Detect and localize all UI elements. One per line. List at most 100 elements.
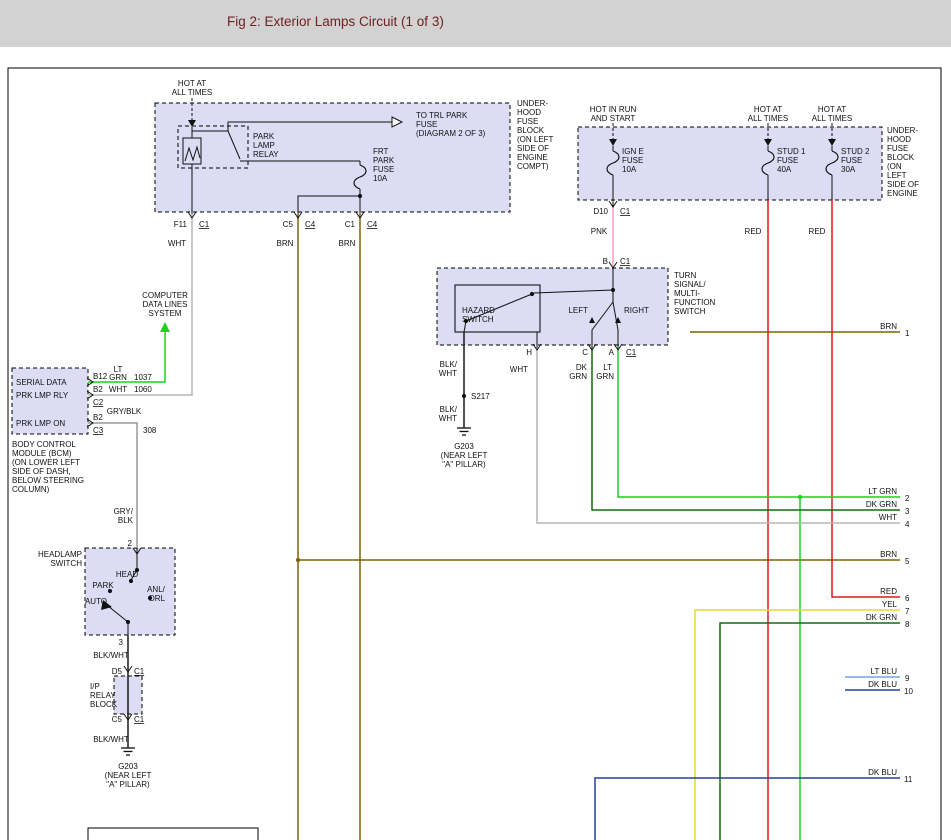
- diagram-label: BLK: [118, 516, 134, 525]
- diagram-label: HEAD: [116, 570, 138, 579]
- diagram-label: UNDER-: [517, 99, 548, 108]
- diagram-label: BELOW STEERING: [12, 476, 84, 485]
- diagram-label: A: [609, 348, 615, 357]
- diagram-label: S217: [471, 392, 490, 401]
- diagram-label: 30A: [841, 165, 856, 174]
- diagram-label: HOOD: [887, 135, 911, 144]
- diagram-label: TURN: [674, 271, 696, 280]
- diagram-label: BLOCK: [887, 153, 915, 162]
- diagram-label: C: [582, 348, 588, 357]
- diagram-label: WHT: [439, 369, 457, 378]
- diagram-label: FUSE: [887, 144, 908, 153]
- diagram-label: C1: [620, 207, 631, 216]
- diagram-label: DATA LINES: [142, 300, 187, 309]
- diagram-label: DK: [576, 363, 588, 372]
- diagram-label: SIDE OF: [887, 180, 919, 189]
- diagram-label: "A" PILLAR): [106, 780, 150, 789]
- diagram-label: RELAY: [90, 691, 116, 700]
- diagram-label: "A" PILLAR): [442, 460, 486, 469]
- junction-dot: [126, 620, 130, 624]
- diagram-label: SIDE OF: [517, 144, 549, 153]
- diagram-label: STUD 2: [841, 147, 870, 156]
- diagram-label: MODULE (BCM): [12, 449, 72, 458]
- diagram-label: C1: [626, 348, 637, 357]
- diagram-label: TO TRL PARK: [416, 111, 468, 120]
- diagram-label: LAMP: [253, 141, 275, 150]
- diagram-label: PRK LMP RLY: [16, 391, 69, 400]
- diagram-label: DK GRN: [866, 613, 897, 622]
- diagram-label: C3: [93, 426, 104, 435]
- diagram-label: 308: [143, 426, 157, 435]
- diagram-label: PARK: [253, 132, 275, 141]
- diagram-label: AUTO: [85, 597, 107, 606]
- diagram-label: 1060: [134, 385, 152, 394]
- diagram-label: RED: [745, 227, 762, 236]
- diagram-label: G203: [454, 442, 474, 451]
- diagram-label: BLOCK: [517, 126, 545, 135]
- diagram-label: C5: [112, 715, 123, 724]
- diagram-label: C4: [367, 220, 378, 229]
- junction-dot: [358, 194, 362, 198]
- diagram-label: MULTI-: [674, 289, 700, 298]
- diagram-label: (ON LOWER LEFT: [12, 458, 80, 467]
- diagram-label: LEFT: [887, 171, 907, 180]
- diagram-label: HOT AT: [754, 105, 782, 114]
- diagram-label: 7: [905, 607, 910, 616]
- diagram-label: BRN: [339, 239, 356, 248]
- diagram-label: B2: [93, 385, 103, 394]
- diagram-label: DK GRN: [866, 500, 897, 509]
- diagram-label: SWITCH: [50, 559, 82, 568]
- diagram-label: 6: [905, 594, 910, 603]
- diagram-label: DRL: [149, 594, 166, 603]
- diagram-label: IGN E: [622, 147, 644, 156]
- diagram-label: HOT AT: [178, 79, 206, 88]
- diagram-label: ALL TIMES: [172, 88, 212, 97]
- diagram-label: SERIAL DATA: [16, 378, 67, 387]
- diagram-label: SIGNAL/: [674, 280, 706, 289]
- diagram-label: FUSE: [416, 120, 437, 129]
- diagram-label: 11: [904, 775, 913, 784]
- diagram-label: SWITCH: [674, 307, 706, 316]
- diagram-label: ALL TIMES: [812, 114, 852, 123]
- diagram-label: FUSE: [777, 156, 798, 165]
- diagram-label: (DIAGRAM 2 OF 3): [416, 129, 486, 138]
- diagram-label: RED: [809, 227, 826, 236]
- diagram-label: WHT: [168, 239, 186, 248]
- diagram-label: BLK/: [440, 405, 458, 414]
- diagram-label: D10: [593, 207, 608, 216]
- diagram-label: C1: [134, 667, 145, 676]
- junction-dot: [530, 292, 534, 296]
- diagram-label: UNDER-: [887, 126, 918, 135]
- diagram-label: GRY/BLK: [107, 407, 142, 416]
- diagram-label: COMPT): [517, 162, 549, 171]
- junction-dot: [462, 394, 466, 398]
- diagram-label: C2: [93, 398, 104, 407]
- diagram-label: BRN: [880, 322, 897, 331]
- diagram-label: C1: [345, 220, 356, 229]
- diagram-label: 2: [905, 494, 910, 503]
- junction-dot: [129, 579, 133, 583]
- diagram-label: G203: [118, 762, 138, 771]
- diagram-label: AND START: [591, 114, 636, 123]
- diagram-label: STUD 1: [777, 147, 806, 156]
- diagram-label: D5: [112, 667, 123, 676]
- diagram-label: (NEAR LEFT: [105, 771, 152, 780]
- diagram-label: HEADLAMP: [38, 550, 82, 559]
- diagram-label: 8: [905, 620, 910, 629]
- diagram-label: 2: [128, 539, 133, 548]
- diagram-label: PNK: [591, 227, 608, 236]
- diagram-label: FUNCTION: [674, 298, 716, 307]
- diagram-label: F11: [174, 220, 188, 229]
- diagram-label: 10A: [373, 174, 388, 183]
- diagram-label: BLOCK: [90, 700, 118, 709]
- diagram-label: (NEAR LEFT: [441, 451, 488, 460]
- diagram-label: SWITCH: [462, 315, 494, 324]
- diagram-label: I/P: [90, 682, 100, 691]
- junction-dot: [798, 495, 802, 499]
- diagram-label: PARK: [92, 581, 114, 590]
- diagram-label: BODY CONTROL: [12, 440, 76, 449]
- diagram-label: 4: [905, 520, 910, 529]
- diagram-label: B12: [93, 372, 108, 381]
- diagram-label: LT GRN: [868, 487, 897, 496]
- diagram-label: LT: [603, 363, 612, 372]
